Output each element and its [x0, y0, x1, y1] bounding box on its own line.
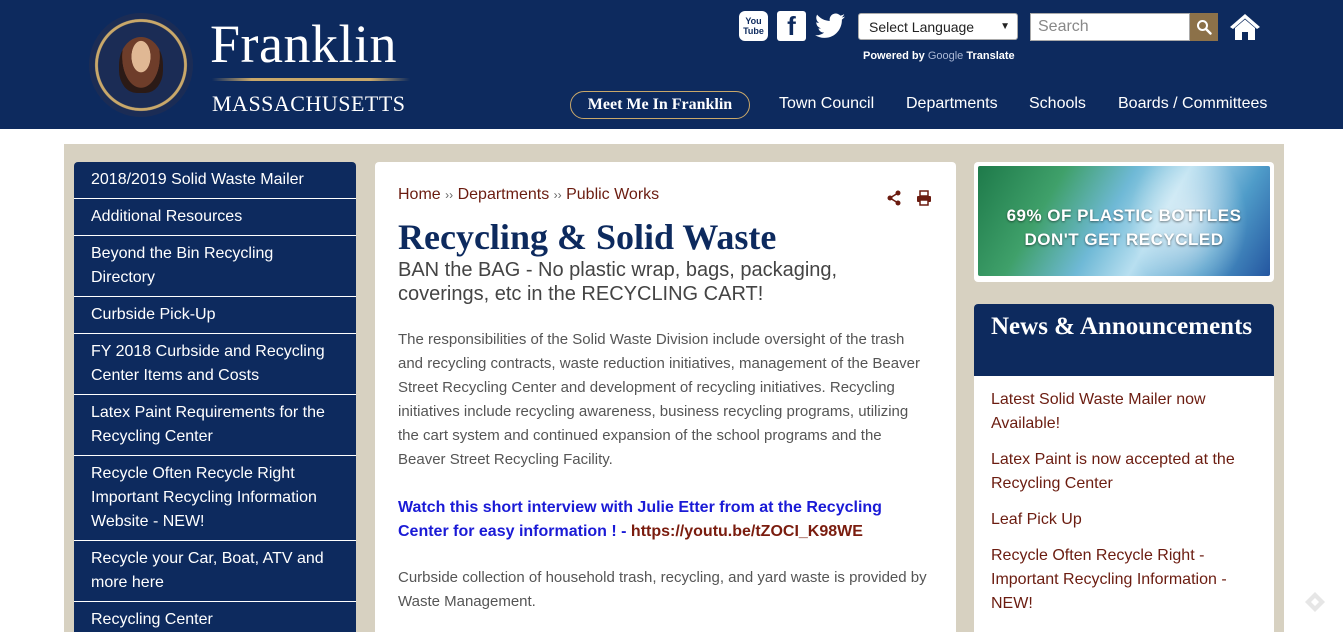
town-seal-icon[interactable]	[89, 13, 193, 117]
plastic-bottles-image: 69% OF PLASTIC BOTTLES DON'T GET RECYCLE…	[978, 166, 1270, 276]
nav-departments[interactable]: Departments	[906, 95, 998, 113]
facebook-glyph: f	[787, 10, 796, 41]
video-paragraph: Watch this short interview with Julie Et…	[398, 496, 933, 544]
powered-by-translate[interactable]: Powered by Google Translate	[863, 50, 1015, 62]
youtube-label-bottom: Tube	[743, 26, 764, 36]
youtube-label-top: You	[745, 16, 762, 26]
brand-title[interactable]: Franklin	[210, 14, 397, 74]
news-item[interactable]: Latest Solid Waste Mailer now Available!	[974, 388, 1274, 436]
twitter-icon[interactable]	[815, 11, 845, 41]
sidebar-item-recycle-car[interactable]: Recycle your Car, Boat, ATV and more her…	[74, 541, 356, 602]
search-input[interactable]: Search	[1030, 13, 1190, 41]
intro-paragraph: The responsibilities of the Solid Waste …	[398, 331, 920, 468]
brand-divider	[212, 78, 410, 81]
search-button[interactable]	[1190, 13, 1218, 41]
google-logo: Google	[927, 50, 964, 62]
sidebar-item-beyond-the-bin[interactable]: Beyond the Bin Recycling Directory	[74, 236, 356, 297]
page-title: Recycling & Solid Waste	[398, 217, 777, 257]
print-icon[interactable]	[916, 190, 932, 206]
language-select-label: Select Language	[869, 19, 975, 35]
sidebar-item-solid-waste-mailer[interactable]: 2018/2019 Solid Waste Mailer	[74, 162, 356, 199]
language-select[interactable]: Select Language ▼	[858, 13, 1018, 40]
breadcrumb-public-works[interactable]: Public Works	[566, 186, 659, 203]
chevron-down-icon: ▼	[1000, 21, 1010, 32]
page-subtitle: BAN the BAG - No plastic wrap, bags, pac…	[398, 259, 838, 305]
news-item[interactable]: Leaf Pick Up	[974, 508, 1274, 532]
nav-town-council[interactable]: Town Council	[779, 95, 874, 113]
breadcrumb-separator: ››	[445, 188, 454, 202]
powered-by-label: Powered by	[863, 50, 925, 62]
brand-subtitle[interactable]: MASSACHUSETTS	[212, 91, 406, 117]
news-heading: News & Announcements	[974, 304, 1274, 376]
nav-boards-committees[interactable]: Boards / Committees	[1118, 95, 1267, 113]
page-tools	[886, 190, 932, 206]
breadcrumb-separator: ››	[553, 188, 562, 202]
news-item[interactable]: Recycle Often Recycle Right - Important …	[974, 544, 1274, 616]
sidebar-item-fy2018-costs[interactable]: FY 2018 Curbside and Recycling Center It…	[74, 334, 356, 395]
sidebar-item-curbside-pickup[interactable]: Curbside Pick-Up	[74, 297, 356, 334]
youtube-icon[interactable]: You Tube	[739, 11, 768, 41]
site-header: Franklin MASSACHUSETTS You Tube f Select…	[0, 0, 1343, 129]
promo-banner[interactable]: 69% OF PLASTIC BOTTLES DON'T GET RECYCLE…	[974, 162, 1274, 282]
video-link[interactable]: https://youtu.be/tZOCI_K98WE	[631, 523, 863, 540]
nav-meet-me-in-franklin[interactable]: Meet Me In Franklin	[570, 91, 750, 119]
home-icon[interactable]	[1228, 12, 1262, 42]
search-icon	[1197, 20, 1212, 35]
sidebar-item-additional-resources[interactable]: Additional Resources	[74, 199, 356, 236]
news-panel: News & Announcements Latest Solid Waste …	[974, 304, 1274, 632]
curbside-paragraph: Curbside collection of household trash, …	[398, 569, 927, 610]
sidebar-item-latex-paint[interactable]: Latex Paint Requirements for the Recycli…	[74, 395, 356, 456]
news-item[interactable]: Latex Paint is now accepted at the Recyc…	[974, 448, 1274, 496]
main-content: Home ›› Departments ›› Public Works Recy…	[375, 162, 956, 632]
sidebar-nav: 2018/2019 Solid Waste Mailer Additional …	[74, 162, 356, 632]
breadcrumb-home[interactable]: Home	[398, 186, 441, 203]
translate-widget-icon[interactable]	[1303, 590, 1327, 614]
breadcrumb-departments[interactable]: Departments	[458, 186, 550, 203]
translate-label: Translate	[966, 50, 1015, 62]
nav-schools[interactable]: Schools	[1029, 95, 1086, 113]
share-icon[interactable]	[886, 190, 902, 206]
promo-text: 69% OF PLASTIC BOTTLES DON'T GET RECYCLE…	[1006, 206, 1242, 249]
sidebar-item-recycling-center[interactable]: Recycling Center	[74, 602, 356, 632]
sidebar-item-recycle-often[interactable]: Recycle Often Recycle Right Important Re…	[74, 456, 356, 541]
breadcrumb: Home ›› Departments ›› Public Works	[398, 186, 933, 204]
facebook-icon[interactable]: f	[777, 11, 806, 41]
seal-portrait	[119, 37, 163, 93]
